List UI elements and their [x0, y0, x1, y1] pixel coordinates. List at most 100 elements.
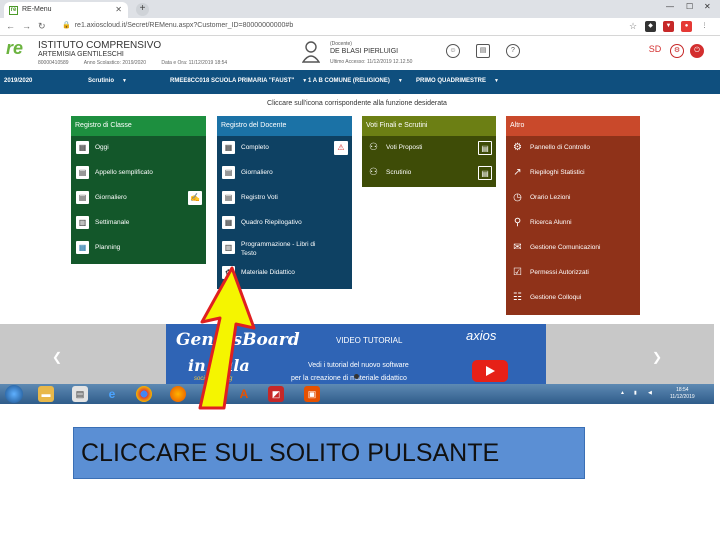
folder-icon[interactable]: ▬	[38, 386, 54, 402]
caption-box: CLICCARE SUL SOLITO PULSANTE	[73, 427, 585, 479]
context-bar: 2019/2020 Scrutinio ▼ RMEE8CC018 SCUOLA P…	[0, 70, 720, 94]
shield-extension-icon[interactable]: ▼	[663, 21, 674, 32]
panel-title: Registro di Classe	[71, 116, 206, 136]
chart-icon: ↗	[513, 167, 522, 178]
menu-icon[interactable]: ⋮	[699, 21, 710, 32]
lock-icon: 🔒	[62, 22, 71, 29]
forward-icon[interactable]: →	[22, 21, 31, 31]
menu-item-oggi[interactable]: ▦ Oggi	[71, 136, 206, 161]
menu-item-orario[interactable]: ◷ Orario Lezioni	[506, 186, 640, 211]
menu-item-colloqui[interactable]: ☷ Gestione Colloqui	[506, 286, 640, 311]
clock-date: 11/12/2019	[670, 394, 695, 400]
context-year[interactable]: 2019/2020	[4, 78, 32, 84]
clock-icon: ◷	[513, 192, 522, 203]
search-user-icon: ⚲	[513, 217, 522, 228]
bookmark-star-icon[interactable]: ☆	[629, 21, 637, 32]
url-field[interactable]: 🔒 re1.axioscloud.it/Secret/REMenu.aspx?Cu…	[62, 21, 293, 29]
network-icon[interactable]: ▮	[634, 390, 637, 396]
school-name-line2: ARTEMISIA GENTILESCHI	[38, 51, 124, 58]
gear-icon[interactable]: ⚙	[670, 44, 684, 58]
carousel-prev-icon[interactable]: ❮	[52, 350, 62, 364]
checklist-icon: ☑	[513, 267, 522, 278]
banner-title: VIDEO TUTORIAL	[336, 336, 403, 345]
chevron-down-icon: ▼	[302, 78, 308, 84]
context-module[interactable]: Scrutinio ▼	[88, 78, 127, 84]
presentation-icon[interactable]: ◩	[268, 386, 284, 402]
gears-icon: ⚙	[513, 142, 522, 153]
address-bar: ← → ↻ 🔒 re1.axioscloud.it/Secret/REMenu.a…	[0, 18, 720, 36]
maximize-icon[interactable]: ☐	[686, 2, 693, 11]
menu-item-pannello-controllo[interactable]: ⚙ Pannello di Controllo	[506, 136, 640, 161]
start-button-icon[interactable]	[5, 385, 23, 403]
app-header: re ISTITUTO COMPRENSIVO ARTEMISIA GENTIL…	[0, 36, 720, 70]
school-year: Anno Scolastico: 2019/2020	[83, 60, 146, 66]
school-info: 80000410589 Anno Scolastico: 2019/2020 D…	[38, 60, 241, 66]
list-icon: ▤	[76, 166, 89, 179]
volume-icon[interactable]: ◀	[648, 390, 652, 396]
browser-tab-strip: re RE-Menu ✕ + — ☐ ✕	[0, 0, 720, 18]
menu-item-permessi[interactable]: ☑ Permessi Autorizzati	[506, 261, 640, 286]
close-tab-icon[interactable]: ✕	[115, 5, 122, 14]
panel-altro: Altro ⚙ Pannello di Controllo ↗ Riepiloghi…	[506, 116, 640, 315]
school-code: 80000410589	[38, 60, 69, 66]
alert-icon: ⚠	[334, 141, 348, 155]
carousel-next-icon[interactable]: ❯	[652, 350, 662, 364]
last-access: Ultimo Accesso: 11/12/2019 12.12.50	[330, 59, 413, 65]
chat-icon: ☷	[513, 292, 522, 303]
panel-registro-classe: Registro di Classe ▦ Oggi ▤ Appello sempli…	[71, 116, 206, 264]
youtube-play-icon[interactable]	[472, 360, 508, 382]
menu-item-registro-voti[interactable]: ▤ Registro Voti	[217, 186, 352, 211]
office-icon[interactable]: ▣	[304, 386, 320, 402]
menu-item-scrutinio[interactable]: ⚇ Scrutinio ▤	[362, 161, 496, 186]
context-school[interactable]: RMEE8CC018 SCUOLA PRIMARIA "FAUST" ▼	[170, 78, 307, 84]
chevron-down-icon: ▼	[122, 78, 127, 84]
tray-arrow-icon[interactable]: ▲	[620, 390, 625, 396]
close-window-icon[interactable]: ✕	[704, 2, 711, 11]
chrome-icon[interactable]	[136, 386, 152, 402]
minimize-icon[interactable]: —	[666, 2, 674, 11]
new-tab-button[interactable]: +	[136, 3, 149, 16]
menu-item-programmazione[interactable]: ▥ Programmazione - Libri di Testo	[217, 236, 352, 261]
re-favicon-icon: re	[9, 6, 18, 15]
menu-item-giornaliero[interactable]: ▤ Giornaliero ✍	[71, 186, 206, 211]
exit-icon[interactable]: ⏻	[690, 44, 704, 58]
caption-text: CLICCARE SUL SOLITO PULSANTE	[81, 439, 500, 467]
adblock-icon[interactable]: ●	[681, 21, 692, 32]
panel-voti-finali: Voti Finali e Scrutini ⚇ Voti Proposti ▤ ⚇…	[362, 116, 496, 187]
internet-explorer-icon[interactable]: e	[104, 386, 120, 402]
school-name-line1: ISTITUTO COMPRENSIVO	[38, 40, 162, 51]
sd-logo-icon[interactable]: SD	[646, 44, 664, 58]
menu-item-settimanale[interactable]: ▥ Settimanale	[71, 211, 206, 236]
clock-time: 18:54	[676, 387, 689, 393]
user-avatar-icon	[302, 41, 320, 63]
windows-taskbar: ▬ ▤ e ▣ A ◩ ▣ ▲ ▮ ◀ 18:54 11/12/2019	[0, 384, 714, 404]
people-icon: ⚇	[369, 142, 378, 153]
menu-item-voti-proposti[interactable]: ⚇ Voti Proposti ▤	[362, 136, 496, 161]
menu-item-comunicazioni[interactable]: ✉ Gestione Comunicazioni	[506, 236, 640, 261]
context-class[interactable]: 1 A B COMUNE (RELIGIONE) ▼	[308, 78, 403, 84]
back-icon[interactable]: ←	[6, 21, 15, 31]
document-icon: ▤	[478, 166, 492, 180]
lock-icon[interactable]: ▤	[476, 44, 490, 58]
context-period[interactable]: PRIMO QUADRIMESTRE ▼	[416, 78, 499, 84]
carousel-indicator[interactable]	[354, 374, 359, 379]
menu-item-completo[interactable]: ▦ Completo ⚠	[217, 136, 352, 161]
instruction-text: Cliccare sull'icona corrispondente alla …	[267, 100, 447, 107]
menu-item-riepiloghi[interactable]: ↗ Riepiloghi Statistici	[506, 161, 640, 186]
taskbar-clock[interactable]: 18:54 11/12/2019	[670, 387, 695, 401]
menu-item-ricerca-alunni[interactable]: ⚲ Ricerca Alunni	[506, 211, 640, 236]
help-icon[interactable]: ?	[506, 44, 520, 58]
menu-item-quadro-riepilogativo[interactable]: ▦ Quadro Riepilogativo	[217, 211, 352, 236]
menu-item-planning[interactable]: ▦ Planning	[71, 236, 206, 261]
help-desk-icon[interactable]: ☺	[446, 44, 460, 58]
reload-icon[interactable]: ↻	[38, 21, 46, 32]
planning-icon: ▦	[76, 241, 89, 254]
menu-item-appello[interactable]: ▤ Appello semplificato	[71, 161, 206, 186]
menu-item-giornaliero-docente[interactable]: ▤ Giornaliero	[217, 161, 352, 186]
explorer-icon[interactable]: ▤	[72, 386, 88, 402]
banner-text-line2: per la creazione di materiale didattico	[291, 375, 407, 382]
calendar-icon: ▥	[76, 216, 89, 229]
current-date: Data e Ora: 11/12/2019 18:54	[161, 60, 228, 66]
browser-tab[interactable]: re RE-Menu ✕	[4, 2, 128, 18]
extension-icon[interactable]: ◆	[645, 21, 656, 32]
